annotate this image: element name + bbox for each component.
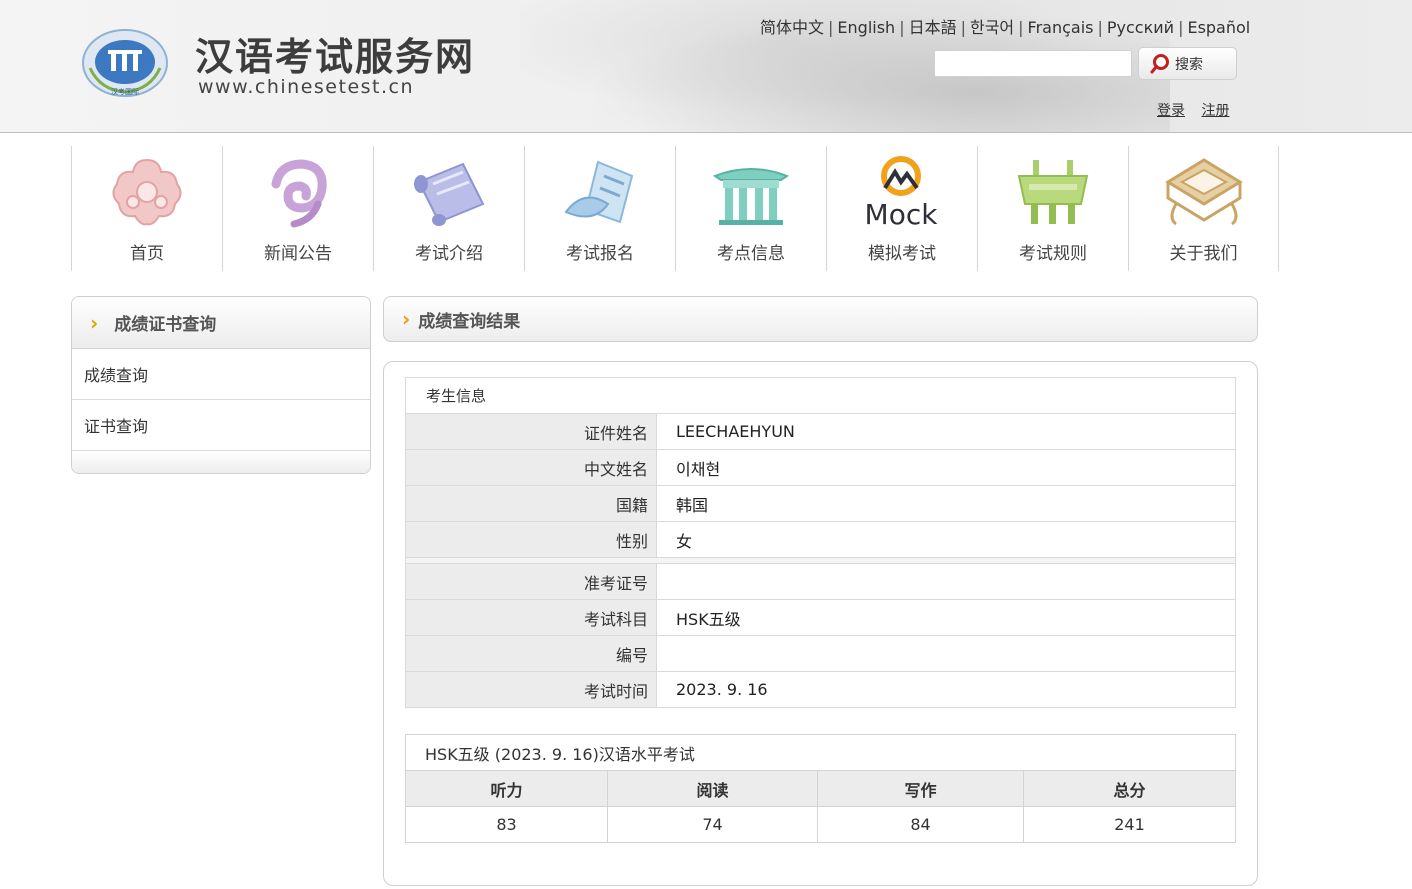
scroll-icon <box>414 162 485 226</box>
table-row: 性别 女 <box>405 521 1236 558</box>
lang-link-ru[interactable]: Русский <box>1107 18 1174 37</box>
nav-item-registration[interactable]: 考试报名 <box>524 146 675 271</box>
nav-label: 考试介绍 <box>415 244 483 264</box>
nav-label: 考点信息 <box>717 244 785 264</box>
nav-label: 首页 <box>130 244 164 264</box>
nav-item-exam-intro[interactable]: 考试介绍 <box>373 146 524 271</box>
nav-label: 新闻公告 <box>264 244 332 264</box>
main-title: 成绩查询结果 <box>418 311 521 332</box>
sidebar-item-score-query[interactable]: 成绩查询 <box>72 349 370 400</box>
score-header-total: 总分 <box>1023 770 1236 807</box>
search-button[interactable]: 搜索 <box>1138 47 1237 80</box>
info-key: 中文姓名 <box>405 449 657 486</box>
sidebar-item-certificate-query[interactable]: 证书查询 <box>72 400 370 451</box>
site-header: 汉考国际 汉语考试服务网 www.chinesetest.cn 简体中文 | Eng… <box>0 0 1412 133</box>
swirl-icon <box>271 159 327 228</box>
pavilion-icon <box>712 168 790 225</box>
info-value: 女 <box>656 521 1236 558</box>
sidebar: › 成绩证书查询 成绩查询 证书查询 <box>71 296 371 474</box>
lang-link-fr[interactable]: Français <box>1028 18 1094 37</box>
lang-link-es[interactable]: Español <box>1187 18 1250 37</box>
score-writing: 84 <box>817 806 1024 843</box>
score-header-reading: 阅读 <box>607 770 818 807</box>
candidate-info-table: 考生信息 证件姓名 LEECHAEHYUN 中文姓名 이채현 国籍 韩国 性别 … <box>405 377 1236 708</box>
language-switcher: 简体中文 | English | 日本語 | 한국어 | Français | Русский | Es… <box>760 18 1251 37</box>
nav-item-mock-exam[interactable]: Mock 模拟考试 <box>826 146 977 271</box>
info-key: 性别 <box>405 521 657 558</box>
sidebar-footer <box>72 451 370 473</box>
info-caption: 考生信息 <box>405 377 1236 414</box>
info-value <box>656 563 1236 600</box>
site-emblem-icon[interactable]: 汉考国际 <box>80 28 170 98</box>
info-value: 韩国 <box>656 485 1236 522</box>
table-header-row: 听力 阅读 写作 总分 <box>405 770 1236 807</box>
frame-icon <box>1164 158 1243 226</box>
info-value: HSK五级 <box>656 599 1236 636</box>
table-row: 考试科目 HSK五级 <box>405 599 1236 636</box>
info-key: 考试科目 <box>405 599 657 636</box>
lang-link-zh[interactable]: 简体中文 <box>760 18 824 37</box>
score-listening: 83 <box>405 806 608 843</box>
score-reading: 74 <box>607 806 818 843</box>
search-icon <box>1150 53 1169 73</box>
nav-label: 考试报名 <box>566 244 634 264</box>
register-link[interactable]: 注册 <box>1201 103 1229 119</box>
sidebar-header: › 成绩证书查询 <box>72 297 370 349</box>
chevron-right-icon: › <box>402 307 411 331</box>
nav-item-test-centers[interactable]: 考点信息 <box>675 146 826 271</box>
info-value: 2023. 9. 16 <box>656 671 1236 708</box>
info-key: 编号 <box>405 635 657 672</box>
info-value: LEECHAEHYUN <box>656 413 1236 450</box>
search-button-label: 搜索 <box>1175 56 1203 73</box>
ding-vessel-icon <box>1017 160 1089 224</box>
table-row: 编号 <box>405 635 1236 672</box>
score-caption: HSK五级 (2023. 9. 16)汉语水平考试 <box>405 734 1236 771</box>
score-total: 241 <box>1023 806 1236 843</box>
nav-label: 模拟考试 <box>868 244 936 264</box>
registration-icon <box>564 160 634 224</box>
info-key: 准考证号 <box>405 563 657 600</box>
score-table: HSK五级 (2023. 9. 16)汉语水平考试 听力 阅读 写作 总分 83… <box>405 734 1236 843</box>
table-row: 83 74 84 241 <box>405 806 1236 843</box>
score-header-writing: 写作 <box>817 770 1024 807</box>
svg-text:汉考国际: 汉考国际 <box>111 87 139 96</box>
info-key: 证件姓名 <box>405 413 657 450</box>
info-value: 이채현 <box>656 449 1236 486</box>
mock-icon: Mock <box>865 156 939 231</box>
info-key: 考试时间 <box>405 671 657 708</box>
lang-link-en[interactable]: English <box>837 18 895 37</box>
nav-label: 关于我们 <box>1169 244 1238 264</box>
nav-item-exam-rules[interactable]: 考试规则 <box>977 146 1128 271</box>
site-url: www.chinesetest.cn <box>198 76 415 98</box>
main-section-header: › 成绩查询结果 <box>383 296 1258 342</box>
table-row: 国籍 韩国 <box>405 485 1236 522</box>
nav-label: 考试规则 <box>1019 244 1087 264</box>
auth-links: 登录 注册 <box>1157 100 1241 120</box>
search-input[interactable] <box>934 50 1132 77</box>
login-link[interactable]: 登录 <box>1157 103 1185 119</box>
sidebar-title: 成绩证书查询 <box>114 315 217 335</box>
main-nav: 首页 新闻公告 考试介绍 考试报名 考点信息 Mock 模拟考试 考试规则 关于… <box>71 146 1279 271</box>
info-key: 国籍 <box>405 485 657 522</box>
nav-item-home[interactable]: 首页 <box>71 146 222 271</box>
nav-item-news[interactable]: 新闻公告 <box>222 146 373 271</box>
lang-link-ko[interactable]: 한국어 <box>970 18 1014 37</box>
table-row: 中文姓名 이채현 <box>405 449 1236 486</box>
score-header-listening: 听力 <box>405 770 608 807</box>
chevron-right-icon: › <box>90 310 99 335</box>
cloud-knot-icon <box>112 158 182 226</box>
table-row: 准考证号 <box>405 563 1236 600</box>
table-row: 证件姓名 LEECHAEHYUN <box>405 413 1236 450</box>
site-title[interactable]: 汉语考试服务网 <box>195 26 475 81</box>
lang-link-ja[interactable]: 日本語 <box>909 18 957 37</box>
nav-item-about-us[interactable]: 关于我们 <box>1128 146 1279 271</box>
svg-text:Mock: Mock <box>865 198 939 231</box>
table-row: 考试时间 2023. 9. 16 <box>405 671 1236 708</box>
info-value <box>656 635 1236 672</box>
